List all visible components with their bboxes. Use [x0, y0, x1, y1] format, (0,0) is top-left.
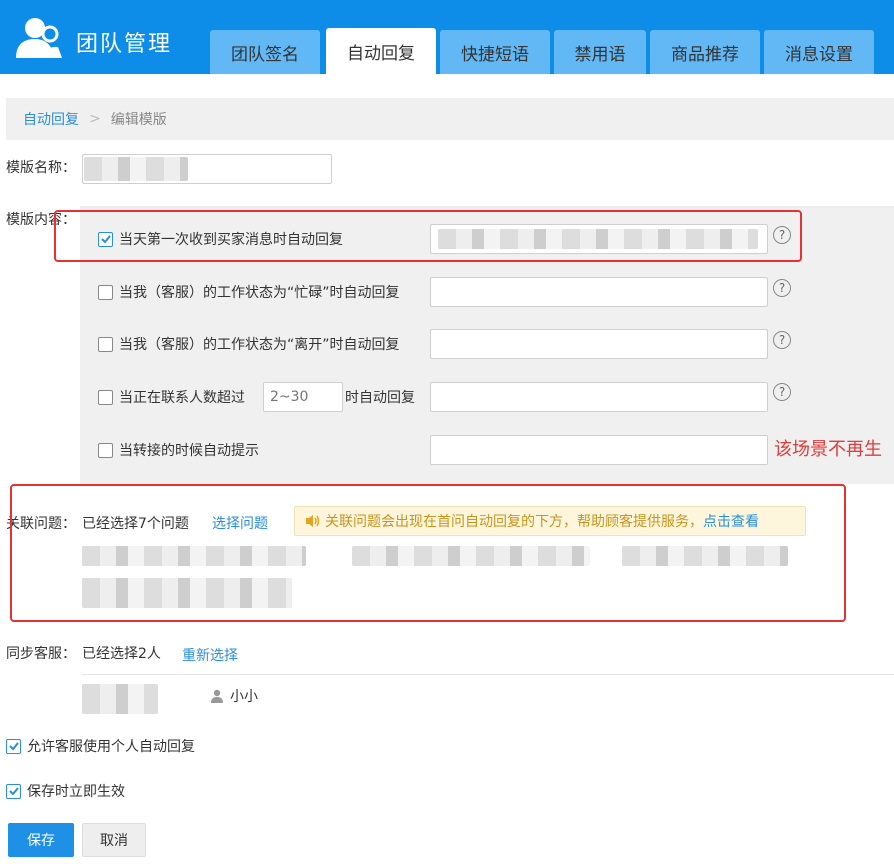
contact-limit-option[interactable]: 当正在联系人数超过 [98, 387, 245, 407]
tab-auto-reply[interactable]: 自动回复 [326, 28, 436, 74]
help-icon[interactable]: ? [773, 279, 791, 297]
contact-limit-checkbox[interactable] [98, 389, 113, 405]
template-name-label: 模版名称： [6, 160, 76, 176]
busy-status-option[interactable]: 当我（客服）的工作状态为“忙碌”时自动回复 [98, 282, 400, 302]
busy-status-label: 当我（客服）的工作状态为“忙碌”时自动回复 [119, 285, 400, 301]
breadcrumb-current: 编辑模版 [110, 112, 167, 128]
highlight-box-first-message [54, 210, 802, 262]
busy-reply-input[interactable] [430, 277, 768, 307]
reselect-service-link[interactable]: 重新选择 [182, 645, 238, 665]
sync-service-label: 同步客服： [6, 646, 76, 662]
help-icon[interactable]: ? [773, 383, 791, 401]
breadcrumb-auto-reply-link[interactable]: 自动回复 [23, 109, 79, 129]
tab-product-recommend[interactable]: 商品推荐 [650, 30, 760, 74]
user-icon [211, 689, 223, 703]
redacted-template-name [84, 157, 188, 181]
save-effective-label: 保存时立即生效 [27, 784, 125, 800]
tab-team-signature[interactable]: 团队签名 [210, 30, 320, 74]
allow-personal-label: 允许客服使用个人自动回复 [27, 739, 195, 755]
allow-personal-checkbox[interactable] [6, 738, 21, 754]
redacted-service-member [82, 684, 158, 714]
highlight-box-related-questions [10, 484, 846, 622]
help-icon[interactable]: ? [773, 331, 791, 349]
transfer-reply-input[interactable] [430, 435, 768, 465]
tab-banned-words[interactable]: 禁用语 [554, 30, 646, 74]
contact-limit-label-after: 时自动回复 [345, 390, 415, 406]
divider [82, 674, 894, 675]
save-effective-option[interactable]: 保存时立即生效 [6, 781, 125, 801]
tab-message-settings[interactable]: 消息设置 [764, 30, 874, 74]
scenario-warning: 该场景不再生 [774, 439, 882, 460]
save-button[interactable]: 保存 [8, 823, 74, 857]
tab-quick-phrases[interactable]: 快捷短语 [440, 30, 550, 74]
away-status-checkbox[interactable] [98, 336, 113, 352]
sync-service-status: 已经选择2人 [82, 646, 161, 662]
allow-personal-option[interactable]: 允许客服使用个人自动回复 [6, 736, 195, 756]
service-member: 小小 [210, 686, 258, 706]
cancel-button[interactable]: 取消 [82, 823, 146, 857]
away-reply-input[interactable] [430, 329, 768, 359]
breadcrumb: 自动回复 > 编辑模版 [6, 98, 894, 140]
transfer-checkbox[interactable] [98, 442, 113, 458]
contact-limit-label-before: 当正在联系人数超过 [119, 390, 245, 406]
app-header: 团队管理 团队签名 自动回复 快捷短语 禁用语 商品推荐 消息设置 [0, 0, 894, 74]
transfer-option[interactable]: 当转接的时候自动提示 [98, 440, 259, 460]
team-logo-icon [16, 18, 62, 58]
contact-limit-input[interactable] [263, 382, 343, 412]
app-title: 团队管理 [76, 32, 173, 57]
away-status-label: 当我（客服）的工作状态为“离开”时自动回复 [119, 337, 400, 353]
service-member-name: 小小 [230, 689, 258, 705]
save-effective-checkbox[interactable] [6, 783, 21, 799]
breadcrumb-separator: > [89, 111, 101, 127]
contact-limit-reply-input[interactable] [430, 382, 768, 412]
busy-status-checkbox[interactable] [98, 284, 113, 300]
transfer-label: 当转接的时候自动提示 [119, 443, 259, 459]
away-status-option[interactable]: 当我（客服）的工作状态为“离开”时自动回复 [98, 334, 400, 354]
